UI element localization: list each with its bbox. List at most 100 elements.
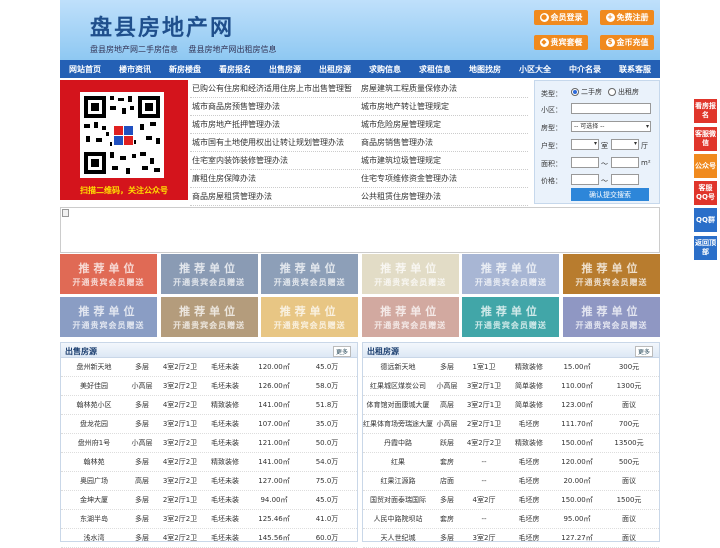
sale-cell[interactable]: 盘州新天地 (61, 362, 127, 372)
sale-more-button[interactable]: 更多 (332, 346, 351, 357)
rent-listing-row[interactable]: 德远新天地 多层 1室1卫 精致装修 15.00㎡ 300元 (363, 358, 659, 377)
rent-cell[interactable]: 人民中路院坝站 (363, 514, 433, 524)
radio-sale[interactable] (571, 88, 579, 96)
sale-listing-row[interactable]: 东湖半岛 多层 3室2厅2卫 毛坯未装 125.46㎡ 41.0万 (61, 510, 357, 529)
nav-item[interactable]: 出租房源 (319, 64, 351, 75)
recommended-unit-tile[interactable]: 推荐单位 开通贵宾会员赠送 (160, 254, 258, 294)
recommended-unit-tile[interactable]: 推荐单位 开通贵宾会员赠送 (261, 297, 359, 337)
sidebar-button[interactable]: 客服微信 (694, 127, 717, 151)
rent-cell[interactable]: 丹霞中路 (363, 438, 433, 448)
news-link[interactable]: 商品房销售管理办法 (359, 137, 528, 148)
nav-item[interactable]: 求购信息 (369, 64, 401, 75)
sale-listing-row[interactable]: 翰林苑 多层 4室2厅2卫 精致装修 141.00㎡ 54.0万 (61, 453, 357, 472)
sub-link-rent[interactable]: 盘县房地产网出租房信息 (189, 45, 277, 54)
sidebar-button[interactable]: 客服QQ号 (694, 181, 717, 205)
rent-cell[interactable]: 国贸对面泰瑞国际 (363, 495, 433, 505)
sidebar-button[interactable]: QQ群 (694, 208, 717, 232)
news-link[interactable]: 城市国有土地使用权出让转让规划管理办法 (190, 137, 359, 148)
recommended-unit-tile[interactable]: 推荐单位 开通贵宾会员赠送 (462, 297, 560, 337)
rent-listing-row[interactable]: 红果江源路 店面 -- 毛坯房 20.00㎡ 面议 (363, 472, 659, 491)
recommended-unit-tile[interactable]: 推荐单位 开通贵宾会员赠送 (160, 297, 258, 337)
recommended-unit-tile[interactable]: 推荐单位 开通贵宾会员赠送 (361, 254, 459, 294)
community-input[interactable] (571, 103, 651, 114)
news-link[interactable]: 已购公有住房和经济适用住房上市出售管理暂 (190, 83, 359, 94)
free-register-button[interactable]: + 免费注册 (600, 10, 654, 25)
news-link[interactable]: 廉租住房保障办法 (190, 173, 359, 184)
nav-item[interactable]: 小区大全 (519, 64, 551, 75)
news-link[interactable]: 公共租赁住房管理办法 (359, 191, 528, 202)
sale-cell[interactable]: 盘龙花园 (61, 419, 127, 429)
rent-listing-row[interactable]: 红果 套房 -- 毛坯房 120.00㎡ 500元 (363, 453, 659, 472)
nav-item[interactable]: 联系客服 (619, 64, 651, 75)
coin-recharge-button[interactable]: $ 金币充值 (600, 35, 654, 50)
rent-cell[interactable]: 天人世纪城 (363, 533, 433, 543)
news-link[interactable]: 城市房地产抵押管理办法 (190, 119, 359, 130)
rent-listing-row[interactable]: 国贸对面泰瑞国际 多层 4室2厅 毛坯房 150.00㎡ 1500元 (363, 491, 659, 510)
sale-cell[interactable]: 翰林苑 (61, 457, 127, 467)
rent-listing-row[interactable]: 红果体育场旁瑞途大厦 小高层 2室2厅1卫 毛坯房 111.70㎡ 700元 (363, 415, 659, 434)
nav-item[interactable]: 求租信息 (419, 64, 451, 75)
sidebar-button[interactable]: 返回顶部 (694, 236, 717, 260)
rent-listing-row[interactable]: 红果城区煤炭公司 小高层 3室2厅1卫 简单装修 110.00㎡ 1300元 (363, 377, 659, 396)
house-type-select[interactable]: -- 可选择 -- ▾ (571, 121, 651, 132)
price-max-input[interactable] (611, 174, 639, 185)
area-max-input[interactable] (611, 157, 639, 168)
hall-select[interactable]: ▾ (611, 139, 639, 150)
price-min-input[interactable] (571, 174, 599, 185)
nav-item[interactable]: 网站首页 (69, 64, 101, 75)
rent-listing-row[interactable]: 体育馆对面康城大厦 高层 3室2厅1卫 简单装修 123.00㎡ 面议 (363, 396, 659, 415)
recommended-unit-tile[interactable]: 推荐单位 开通贵宾会员赠送 (60, 297, 157, 337)
sale-listing-row[interactable]: 奥园广场 高层 3室2厅2卫 毛坯未装 127.00㎡ 75.0万 (61, 472, 357, 491)
nav-item[interactable]: 出售房源 (269, 64, 301, 75)
member-login-button[interactable]: ● 会员登录 (534, 10, 588, 25)
sale-listing-row[interactable]: 盘州新天地 多层 4室2厅2卫 毛坯未装 120.00㎡ 45.0万 (61, 358, 357, 377)
recommended-unit-tile[interactable]: 推荐单位 开通贵宾会员赠送 (563, 297, 660, 337)
news-link[interactable]: 商品房屋租赁管理办法 (190, 191, 359, 202)
rent-cell[interactable]: 红果体育场旁瑞途大厦 (363, 419, 433, 429)
sale-listing-row[interactable]: 美好佳园 小高层 3室2厅2卫 毛坯未装 126.00㎡ 58.0万 (61, 377, 357, 396)
sale-cell[interactable]: 浅水湾 (61, 533, 127, 543)
sale-listing-row[interactable]: 盘龙花园 多层 3室2厅1卫 毛坯未装 107.00㎡ 35.0万 (61, 415, 357, 434)
ad-banner-placeholder[interactable] (60, 207, 660, 253)
nav-item[interactable]: 楼市资讯 (119, 64, 151, 75)
recommended-unit-tile[interactable]: 推荐单位 开通贵宾会员赠送 (261, 254, 359, 294)
sale-cell[interactable]: 盘州府1号 (61, 438, 127, 448)
sale-listing-row[interactable]: 浅水湾 多层 4室2厅2卫 毛坯未装 145.56㎡ 60.0万 (61, 529, 357, 548)
recommended-unit-tile[interactable]: 推荐单位 开通贵宾会员赠送 (462, 254, 560, 294)
recommended-unit-tile[interactable]: 推荐单位 开通贵宾会员赠送 (361, 297, 459, 337)
news-link[interactable]: 城市商品房预售管理办法 (190, 101, 359, 112)
news-link[interactable]: 城市危险房屋管理规定 (359, 119, 528, 130)
sale-listing-row[interactable]: 翰林苑小区 多层 4室2厅2卫 精致装修 141.00㎡ 51.8万 (61, 396, 357, 415)
radio-rent[interactable] (608, 88, 616, 96)
sale-cell[interactable]: 翰林苑小区 (61, 400, 127, 410)
sale-listing-row[interactable]: 金坤大厦 多层 2室2厅1卫 毛坯未装 94.00㎡ 45.0万 (61, 491, 357, 510)
sidebar-button[interactable]: 看房报名 (694, 99, 717, 123)
sidebar-button[interactable]: 公众号 (694, 154, 717, 178)
search-submit-button[interactable]: 确认提交搜索 (571, 188, 649, 201)
rent-listing-row[interactable]: 人民中路院坝站 套房 -- 毛坯房 95.00㎡ 面议 (363, 510, 659, 529)
rent-cell[interactable]: 德远新天地 (363, 362, 433, 372)
site-logo[interactable]: 盘县房地产网 (90, 10, 234, 42)
rent-cell[interactable]: 体育馆对面康城大厦 (363, 400, 433, 410)
news-link[interactable]: 房屋建筑工程质量保修办法 (359, 83, 528, 94)
vip-package-button[interactable]: ◆ 贵宾套餐 (534, 35, 588, 50)
recommended-unit-tile[interactable]: 推荐单位 开通贵宾会员赠送 (60, 254, 157, 294)
nav-item[interactable]: 看房报名 (219, 64, 251, 75)
rent-cell[interactable]: 红果江源路 (363, 476, 433, 486)
sale-cell[interactable]: 奥园广场 (61, 476, 127, 486)
news-link[interactable]: 住宅室内装饰装修管理办法 (190, 155, 359, 166)
sale-cell[interactable]: 东湖半岛 (61, 514, 127, 524)
news-link[interactable]: 城市房地产转让管理规定 (359, 101, 528, 112)
rent-listing-row[interactable]: 天人世纪城 多层 3室2厅 毛坯房 127.27㎡ 面议 (363, 529, 659, 548)
recommended-unit-tile[interactable]: 推荐单位 开通贵宾会员赠送 (563, 254, 660, 294)
rent-more-button[interactable]: 更多 (634, 346, 653, 357)
news-link[interactable]: 城市建筑垃圾管理规定 (359, 155, 528, 166)
rent-listing-row[interactable]: 丹霞中路 跃层 4室2厅2卫 精致装修 150.00㎡ 13500元 (363, 434, 659, 453)
room-select[interactable]: ▾ (571, 139, 599, 150)
news-link[interactable]: 住宅专项维修资金管理办法 (359, 173, 528, 184)
sale-cell[interactable]: 金坤大厦 (61, 495, 127, 505)
sale-listing-row[interactable]: 盘州府1号 小高层 3室2厅2卫 毛坯未装 121.00㎡ 50.0万 (61, 434, 357, 453)
nav-item[interactable]: 地图找房 (469, 64, 501, 75)
qr-banner[interactable]: 扫描二维码，关注公众号 (60, 80, 188, 200)
nav-item[interactable]: 中介名录 (569, 64, 601, 75)
